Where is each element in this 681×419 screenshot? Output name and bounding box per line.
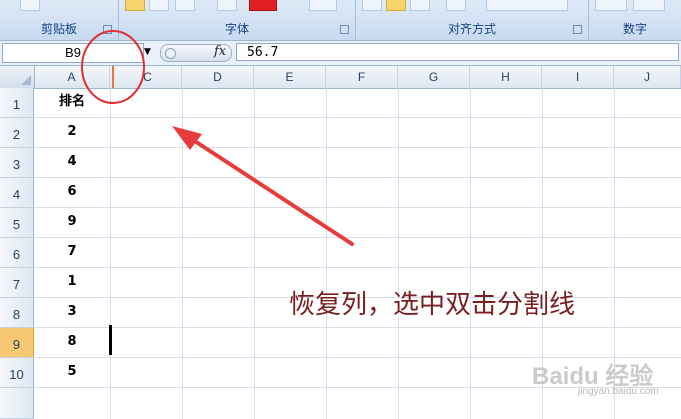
cell-a8[interactable]: 3 bbox=[34, 297, 110, 327]
paste-dropdown-icon[interactable] bbox=[20, 0, 40, 11]
cell-a3[interactable]: 4 bbox=[34, 147, 110, 177]
cell-a4[interactable]: 6 bbox=[34, 177, 110, 207]
align-right-button[interactable] bbox=[410, 0, 430, 11]
gridline bbox=[34, 267, 681, 268]
font-group-label: 字体 bbox=[224, 22, 249, 36]
align-center-button[interactable] bbox=[386, 0, 406, 11]
row-header-9[interactable]: 9 bbox=[0, 328, 34, 358]
gridline bbox=[254, 88, 255, 419]
clipboard-group: 剪贴板 bbox=[0, 0, 119, 40]
gridline bbox=[182, 88, 183, 419]
cell-a6[interactable]: 7 bbox=[34, 237, 110, 267]
cell-a2[interactable]: 2 bbox=[34, 117, 110, 147]
formula-input[interactable]: 56.7 bbox=[236, 43, 679, 61]
column-header-f[interactable]: F bbox=[326, 66, 398, 88]
gridline bbox=[470, 88, 471, 419]
border-button[interactable] bbox=[217, 0, 237, 11]
column-header-row: A C D E F G H I J bbox=[0, 66, 681, 89]
column-header-a[interactable]: A bbox=[34, 66, 110, 88]
row-header-1[interactable]: 1 bbox=[0, 88, 34, 118]
active-cell-b9[interactable] bbox=[109, 325, 112, 355]
cell-a10[interactable]: 5 bbox=[34, 357, 110, 387]
formula-bar-splitter-knob-icon[interactable] bbox=[165, 48, 176, 59]
percent-button[interactable] bbox=[633, 0, 665, 11]
underline-button[interactable] bbox=[175, 0, 195, 11]
column-header-d[interactable]: D bbox=[182, 66, 254, 88]
gridline bbox=[34, 117, 681, 118]
orientation-button[interactable] bbox=[446, 0, 466, 11]
font-launcher-icon[interactable] bbox=[340, 25, 349, 34]
row-header-4[interactable]: 4 bbox=[0, 178, 34, 208]
italic-button[interactable] bbox=[149, 0, 169, 11]
row-header-2[interactable]: 2 bbox=[0, 118, 34, 148]
column-header-h[interactable]: H bbox=[470, 66, 542, 88]
name-box[interactable]: B9 bbox=[2, 43, 144, 63]
align-left-button[interactable] bbox=[362, 0, 382, 11]
number-format-button[interactable] bbox=[595, 0, 627, 11]
cell-a9[interactable]: 8 bbox=[34, 327, 110, 357]
row-header-3[interactable]: 3 bbox=[0, 148, 34, 178]
gridline bbox=[34, 207, 681, 208]
row-header-6[interactable]: 6 bbox=[0, 238, 34, 268]
cell-a5[interactable]: 9 bbox=[34, 207, 110, 237]
clipboard-group-label: 剪贴板 bbox=[40, 22, 77, 36]
gridline bbox=[398, 88, 399, 419]
column-header-j[interactable]: J bbox=[614, 66, 681, 88]
column-header-e[interactable]: E bbox=[254, 66, 326, 88]
select-all-corner[interactable] bbox=[0, 66, 35, 88]
column-header-c[interactable]: C bbox=[114, 66, 182, 88]
font-color-button[interactable] bbox=[249, 0, 277, 11]
row-header-8[interactable]: 8 bbox=[0, 298, 34, 328]
font-group: 字体 bbox=[119, 0, 356, 40]
clipboard-launcher-icon[interactable] bbox=[103, 25, 112, 34]
cell-a1[interactable]: 排名 bbox=[34, 87, 110, 117]
baidu-watermark-url: jingyan.baidu.com bbox=[578, 386, 659, 397]
gridline bbox=[34, 177, 681, 178]
row-header-10[interactable]: 10 bbox=[0, 358, 34, 388]
number-group: 数字 bbox=[589, 0, 681, 40]
gridline bbox=[110, 88, 111, 419]
annotation-text: 恢复列，选中双击分割线 bbox=[289, 290, 576, 320]
alignment-launcher-icon[interactable] bbox=[573, 25, 582, 34]
name-box-dropdown-icon[interactable]: ▼ bbox=[144, 47, 151, 57]
ribbon: 剪贴板 字体 对齐方式 数字 bbox=[0, 0, 681, 41]
gridline bbox=[34, 147, 681, 148]
formula-bar: B9 ▼ fx 56.7 bbox=[0, 41, 681, 66]
column-header-i[interactable]: I bbox=[542, 66, 614, 88]
insert-function-icon[interactable]: fx bbox=[214, 44, 226, 59]
alignment-group: 对齐方式 bbox=[356, 0, 589, 40]
alignment-group-label: 对齐方式 bbox=[447, 22, 496, 36]
bold-button[interactable] bbox=[125, 0, 145, 11]
number-group-label: 数字 bbox=[622, 22, 647, 36]
row-header-7[interactable]: 7 bbox=[0, 268, 34, 298]
gridline bbox=[34, 237, 681, 238]
wrap-text-button[interactable] bbox=[486, 0, 568, 11]
column-header-g[interactable]: G bbox=[398, 66, 470, 88]
font-extra-button[interactable] bbox=[309, 0, 337, 11]
cell-a7[interactable]: 1 bbox=[34, 267, 110, 297]
gridline bbox=[326, 88, 327, 419]
gridline bbox=[34, 327, 681, 328]
row-header-11[interactable] bbox=[0, 388, 34, 419]
row-header-5[interactable]: 5 bbox=[0, 208, 34, 238]
